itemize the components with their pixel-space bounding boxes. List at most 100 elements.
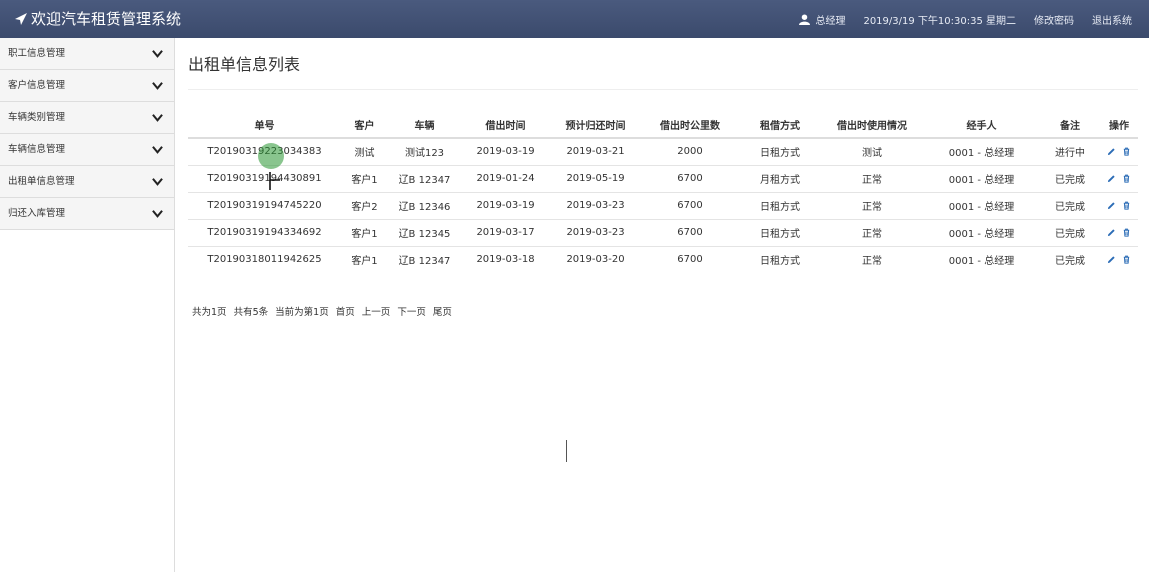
pencil-icon[interactable] [1107, 255, 1116, 264]
table-cell: 2019-03-17 [461, 218, 550, 246]
table-cell: 已完成 [1040, 191, 1100, 219]
table-cell: 2019-03-20 [550, 245, 641, 273]
pencil-icon[interactable] [1107, 201, 1116, 210]
table-cell: 月租方式 [739, 164, 821, 192]
divider [188, 89, 1138, 90]
table-cell: T20190319194745220 [188, 191, 341, 219]
trash-icon[interactable] [1122, 255, 1131, 264]
logout-link[interactable]: 退出系统 [1092, 12, 1132, 27]
column-header: 客户 [341, 111, 388, 139]
main-content: 出租单信息列表 单号 客户 车辆 借出时间 预计归还时间 借出时公里数 租借方式… [188, 38, 1138, 318]
rental-order-table: 单号 客户 车辆 借出时间 预计归还时间 借出时公里数 租借方式 借出时使用情况… [188, 111, 1138, 273]
column-header: 车辆 [388, 111, 461, 139]
table-cell: 客户1 [341, 245, 388, 273]
table-cell: 客户2 [341, 191, 388, 219]
table-cell: 进行中 [1055, 148, 1085, 160]
table-cell: 测试123 [404, 148, 445, 160]
table-cell: 客户1 [341, 164, 388, 192]
trash-icon[interactable] [1122, 228, 1131, 237]
datetime: 2019/3/19 下午10:30:35 星期二 [863, 15, 1016, 27]
total-records: 共有5条 [233, 307, 269, 318]
table-cell: 0001 - 总经理 [948, 148, 1015, 160]
sidebar-item-label: 归还入库管理 [8, 208, 66, 219]
table-cell: 0001 - 总经理 [923, 191, 1040, 219]
next-page-link[interactable]: 下一页 [397, 307, 426, 318]
sidebar-item-label: 车辆类别管理 [8, 112, 66, 123]
column-header: 租借方式 [739, 111, 821, 139]
row-actions [1100, 245, 1138, 273]
table-cell: 客户1 [341, 218, 388, 246]
user-icon [799, 13, 811, 25]
pencil-icon[interactable] [1107, 174, 1116, 183]
table-cell: 测试 [862, 148, 882, 160]
table-row: T20190318011942625 客户1 辽B 12347 2019-03-18 2… [188, 245, 1138, 273]
prev-page-link[interactable]: 上一页 [362, 307, 391, 318]
column-header: 借出时公里数 [641, 111, 739, 139]
sidebar-item-employee[interactable]: 职工信息管理 [0, 38, 174, 70]
column-header: 操作 [1100, 111, 1138, 139]
sidebar-item-vehicle-info[interactable]: 车辆信息管理 [0, 134, 174, 166]
user-name: 总经理 [815, 15, 846, 27]
sidebar-item-rental-order[interactable]: 出租单信息管理 [0, 166, 174, 198]
trash-icon[interactable] [1122, 201, 1131, 210]
table-cell: T20190318011942625 [188, 245, 341, 273]
table-cell: 测试 [354, 148, 375, 160]
sidebar-item-return[interactable]: 归还入库管理 [0, 198, 174, 230]
table-cell: 2019-01-24 [461, 164, 550, 192]
table-header-row: 单号 客户 车辆 借出时间 预计归还时间 借出时公里数 租借方式 借出时使用情况… [188, 111, 1138, 139]
column-header: 单号 [188, 111, 341, 139]
table-cell: 2019-03-19 [461, 191, 550, 219]
total-pages: 共为1页 [192, 307, 227, 318]
app-title: 欢迎汽车租赁管理系统 [31, 10, 182, 28]
pencil-icon[interactable] [1107, 228, 1116, 237]
row-actions [1100, 138, 1138, 165]
change-password-link[interactable]: 修改密码 [1034, 12, 1074, 27]
table-cell: 辽B 12345 [388, 218, 461, 246]
table-cell: 辽B 12347 [388, 164, 461, 192]
table-cell: 正常 [821, 245, 923, 273]
last-page-link[interactable]: 尾页 [433, 307, 452, 318]
current-page: 当前为第1页 [275, 307, 329, 318]
text-cursor-icon [269, 172, 280, 190]
table-cell: 0001 - 总经理 [923, 218, 1040, 246]
table-cell: 6700 [641, 218, 739, 246]
trash-icon[interactable] [1122, 147, 1131, 156]
sidebar: 职工信息管理 客户信息管理 车辆类别管理 车辆信息管理 出租单信息管理 归还入库… [0, 38, 175, 572]
chevron-down-icon [152, 82, 163, 90]
column-header: 经手人 [923, 111, 1040, 139]
column-header: 预计归还时间 [550, 111, 641, 139]
table-cell: 6700 [641, 191, 739, 219]
table-cell: 正常 [821, 218, 923, 246]
table-cell: 正常 [821, 191, 923, 219]
row-actions [1100, 164, 1138, 192]
table-cell: 已完成 [1040, 164, 1100, 192]
top-navbar: 欢迎汽车租赁管理系统 总经理 2019/3/19 下午10:30:35 星期二 … [0, 0, 1149, 38]
trash-icon[interactable] [1122, 174, 1131, 183]
pagination: 共为1页 共有5条 当前为第1页 首页 上一页 下一页 尾页 [192, 304, 456, 318]
chevron-down-icon [152, 178, 163, 186]
table-cell: 6700 [641, 164, 739, 192]
column-header: 借出时使用情况 [821, 111, 923, 139]
table-cell: 2019-03-18 [461, 245, 550, 273]
column-header: 借出时间 [461, 111, 550, 139]
sidebar-item-customer[interactable]: 客户信息管理 [0, 70, 174, 102]
table-row: T20190319194745220 客户2 辽B 12346 2019-03-19 2… [188, 191, 1138, 219]
table-cell: 2019-03-23 [550, 191, 641, 219]
send-arrow-icon [15, 13, 27, 25]
table-cell: T20190319194430891 [188, 164, 341, 192]
table-cell: 日租方式 [739, 218, 821, 246]
sidebar-item-vehicle-category[interactable]: 车辆类别管理 [0, 102, 174, 134]
first-page-link[interactable]: 首页 [336, 307, 355, 318]
table-row: T20190319194334692 客户1 辽B 12345 2019-03-17 2… [188, 218, 1138, 246]
table-cell: 0001 - 总经理 [923, 164, 1040, 192]
row-actions [1100, 191, 1138, 219]
current-user: 总经理 [799, 12, 845, 27]
table-cell: T20190319194334692 [188, 218, 341, 246]
sidebar-item-label: 客户信息管理 [8, 80, 66, 91]
text-caret [566, 440, 567, 462]
table-cell: 日租方式 [739, 191, 821, 219]
table-cell: 已完成 [1040, 245, 1100, 273]
pencil-icon[interactable] [1107, 147, 1116, 156]
table-cell: 日租方式 [739, 245, 821, 273]
page-title: 出租单信息列表 [188, 55, 301, 74]
